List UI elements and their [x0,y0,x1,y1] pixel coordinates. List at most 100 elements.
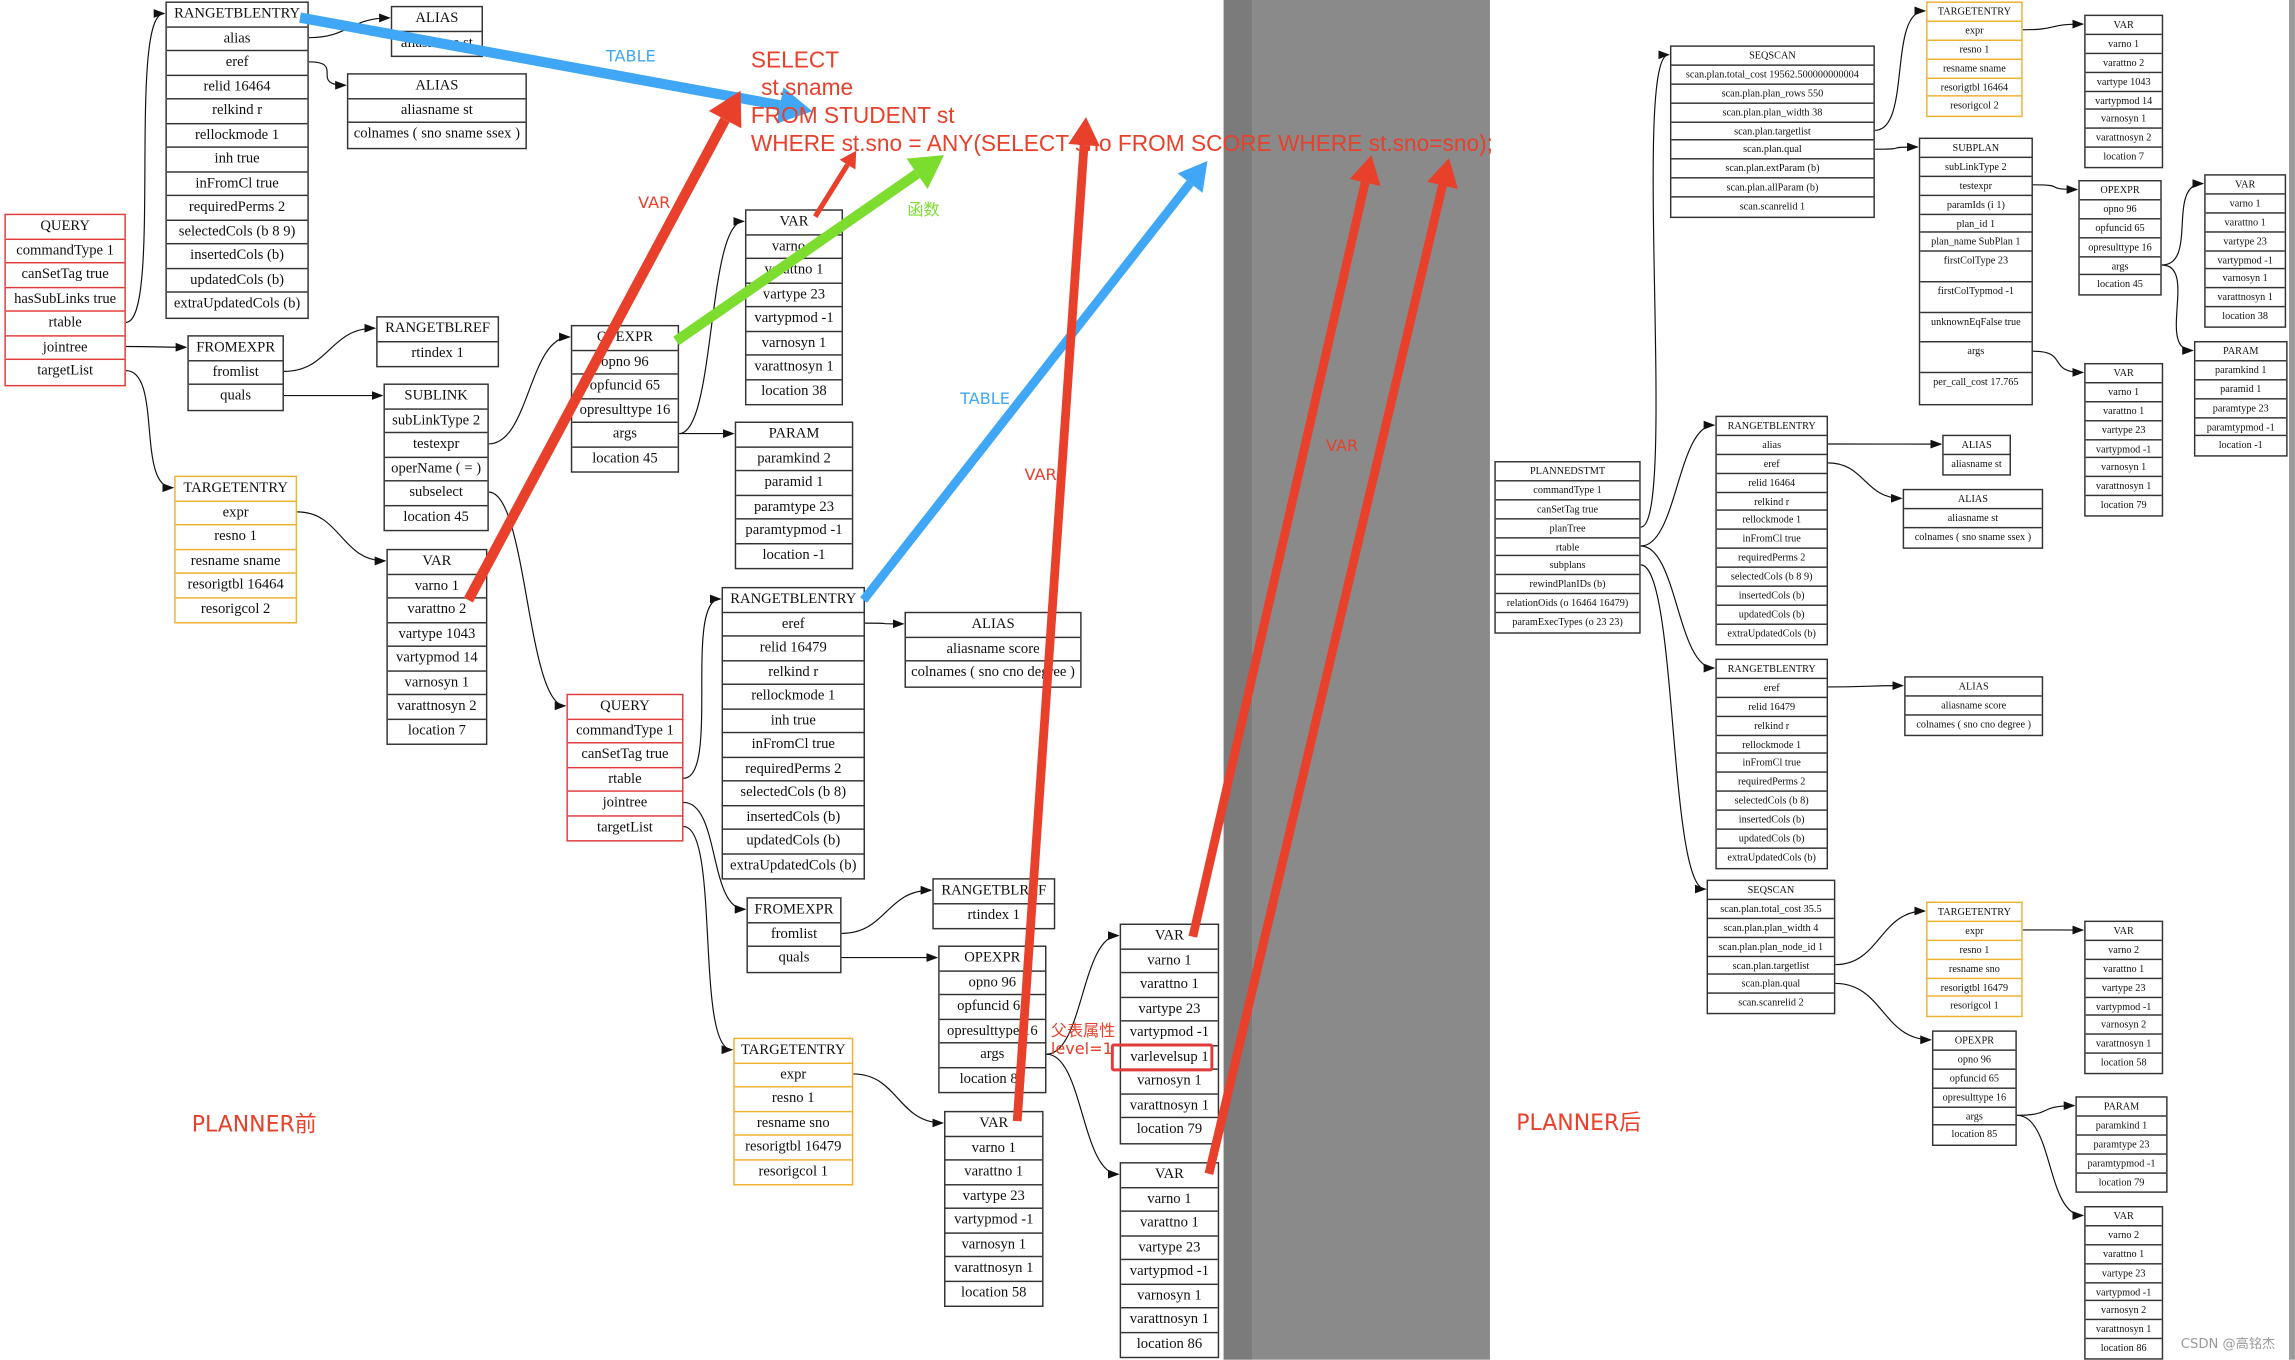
edge-arrow [853,1073,945,1128]
edge-arrow [2032,184,2079,194]
node-field: subLinkType 2 [1920,158,2032,177]
table-label: TABLE [960,389,1010,409]
node-field: requiredPerms 2 [1716,773,1827,793]
node-field: relkind r [1716,493,1827,512]
node-field: resorigtbl 16464 [175,574,296,598]
node-title: VAR [746,211,842,235]
node-field: targetList [37,362,94,380]
rangetblentry-node: RANGETBLENTRY alias eref relid 16464 relkind… [1715,415,1829,645]
node-field: location 45 [403,508,469,525]
edge-arrow [864,619,905,629]
node-field: testexpr [384,433,488,458]
node-field: scan.plan.extParam (b) [1671,160,1874,179]
rangetblentry-node: RANGETBLENTRY alias eref relid 16464 relkind… [165,1,309,319]
node-field: resname sno [734,1112,852,1136]
seqscan-node: SEQSCAN scan.plan.total_cost 19562.500000… [1669,45,1875,219]
node-field: rewindPlanIDs (b) [1495,576,1640,595]
node-field: opfuncid 65 [2079,219,2161,239]
node-field: commandType 1 [1495,481,1640,501]
node-field: vartypmod -1 [2085,440,2162,459]
seqscan-node: SEQSCAN scan.plan.total_cost 35.5 scan.pla… [1706,879,1836,1015]
node-field: resno 1 [1927,941,2022,960]
node-field: rtindex 1 [967,906,1020,923]
node-field: vartypmod -1 [2205,251,2285,270]
sql-line: WHERE st.sno = ANY(SELECT sno FROM SCORE… [750,131,1493,157]
node-title: ALIAS [392,7,482,32]
node-field: inh true [723,709,864,734]
var-node: VAR varno 1 varattno 1 vartype 23 vartypmod … [2204,174,2287,329]
node-field: insertedCols (b) [723,806,864,830]
var-node: VAR varno 1 varattno 1 vartype 23 vartypmod … [2084,362,2164,517]
node-field: varattno 1 [2085,402,2162,422]
node-title: OPEXPR [572,326,678,351]
node-field: vartype 23 [2085,979,2162,998]
node-field: updatedCols (b) [166,269,308,293]
node-field: varattno 1 [1121,973,1218,998]
node-field: quals [778,949,810,966]
node-field: varnosyn 1 [746,332,842,356]
edge-arrow [679,217,745,435]
edge-arrow [297,511,387,566]
node-field: inFromCl true [723,733,864,758]
node-field: opresulttype 16 [572,399,678,423]
opexpr-node: OPEXPR opno 96 opfuncid 65 opresulttype 16 a… [1931,1030,2017,1147]
node-field: opno 96 [1933,1051,2016,1070]
node-field: varno 1 [746,235,842,260]
node-field: paramIds (i 1) [1920,196,2032,215]
node-field: scan.plan.targetlist [1671,122,1874,142]
node-title: VAR [945,1112,1043,1137]
node-field: opno 96 [572,351,678,375]
node-field: varno 1 [945,1136,1043,1161]
edge-arrow [125,9,166,323]
sql-line: SELECT [750,48,840,74]
node-field: scan.plan.plan_width 4 [1708,919,1834,938]
node-field: resorigcol 1 [1950,1000,1999,1013]
node-title: VAR [2205,176,2285,195]
node-title: VAR [2085,364,2162,384]
window-divider [1223,0,1253,1360]
node-field: varattno 2 [2085,54,2162,73]
alias-node: ALIAS aliasname score colnames ( sno cno d… [1904,676,2044,736]
node-field: location 85 [959,1070,1026,1087]
node-field: location 79 [1136,1121,1203,1138]
node-field: relid 16464 [166,75,308,100]
node-field: resno 1 [175,525,296,550]
node-title: ALIAS [905,613,1081,638]
node-title: RANGETBLENTRY [166,3,308,28]
node-title: SEQSCAN [1708,881,1834,900]
node-field: rtable [5,312,125,336]
edge-arrow [1835,982,1932,1045]
node-field: scan.plan.total_cost 19562.500000000004 [1671,66,1874,85]
node-field: paramtype 23 [2195,399,2287,418]
edge-arrow [1640,420,1716,547]
node-field: paramkind 1 [2076,1117,2167,1136]
fromexpr-node: FROMEXPR fromlist quals [187,335,284,411]
node-field: varno 1 [2205,194,2285,214]
var-node: VAR varno 1 varattno 1 vartype 23 vartypmod … [744,209,844,406]
node-field: varnosyn 1 [2205,270,2285,289]
node-field: colnames ( sno cno degree ) [911,664,1075,681]
node-field: firstColType 23 [1920,252,2032,283]
gray-gap [1252,0,1490,1360]
function-label: 函数 [907,200,940,220]
node-field: vartypmod -1 [746,307,842,332]
node-field: rellockmode 1 [166,124,308,148]
node-field: paramtypmod -1 [736,520,852,544]
edge-arrow [488,491,567,711]
node-field: plan_name SubPlan 1 [1920,233,2032,253]
node-title: PLANNEDSTMT [1495,462,1640,482]
node-field: paramtype 23 [2076,1135,2167,1155]
edge-arrow [488,332,571,445]
node-field: varno 1 [2085,383,2162,403]
var-node: VAR varno 2 varattno 1 vartype 23 vartypmod … [2084,1206,2164,1360]
node-field: requiredPerms 2 [1716,549,1827,569]
sublink-node: SUBLINK subLinkType 2 testexpr operName ( =… [383,383,489,532]
edge-arrow [2016,1114,2085,1220]
node-title: RANGETBLENTRY [723,588,864,613]
node-field: relid 16479 [723,637,864,661]
node-field: relid 16464 [1716,474,1827,493]
node-field: vartype 23 [1121,997,1218,1022]
edge-arrow [1828,681,1905,691]
node-field: location 58 [2100,1057,2147,1069]
node-field: expr [1927,922,2022,941]
